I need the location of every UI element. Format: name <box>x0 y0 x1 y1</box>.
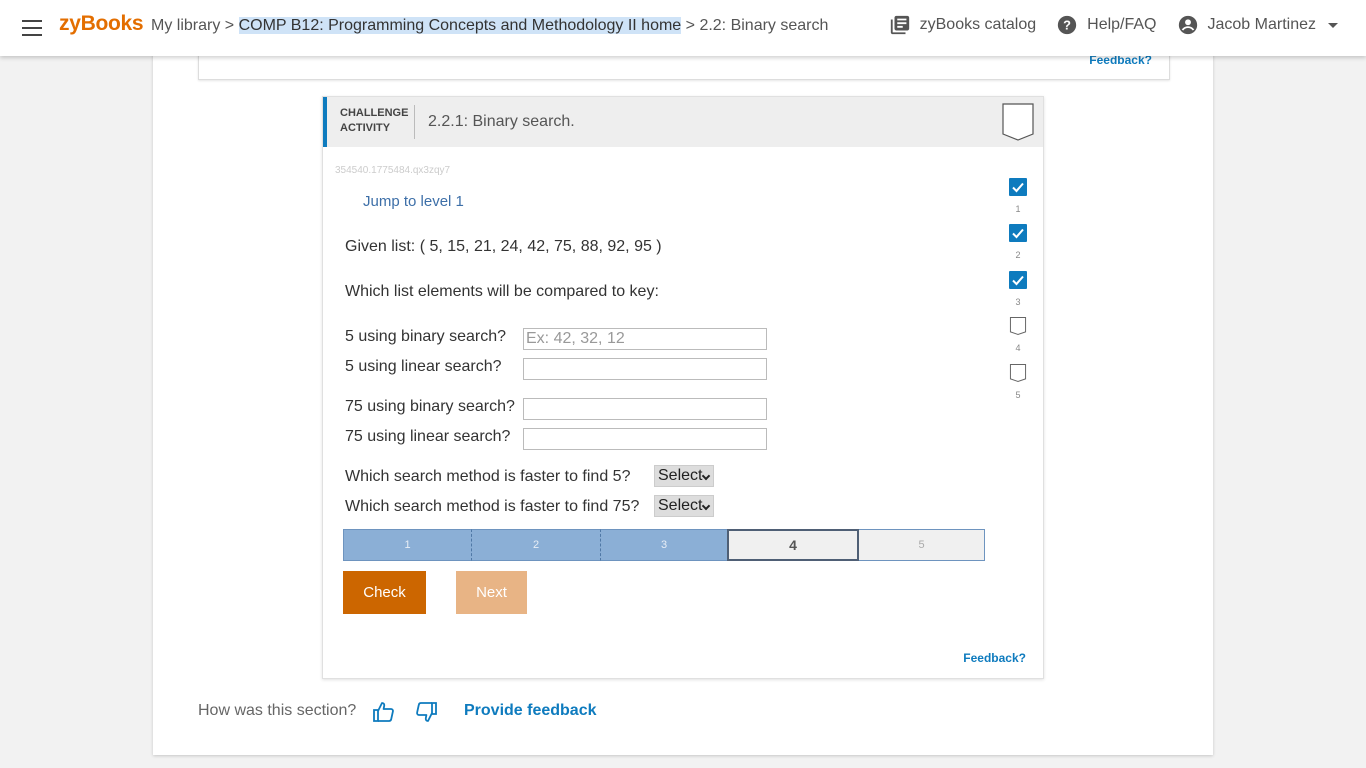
activity-type: CHALLENGE ACTIVITY <box>340 106 420 136</box>
activity-type-line2: ACTIVITY <box>340 122 391 134</box>
check-button[interactable]: Check <box>343 571 426 614</box>
select-value: Select <box>658 497 703 514</box>
level-number: 4 <box>1015 343 1021 353</box>
unchecked-badge-icon <box>1009 317 1027 335</box>
level-check-2[interactable]: 2 <box>1009 224 1027 260</box>
help-faq-label: Help/FAQ <box>1087 16 1157 33</box>
next-button[interactable]: Next <box>456 571 527 614</box>
provide-feedback-link[interactable]: Provide feedback <box>464 702 597 720</box>
level-check-5[interactable]: 5 <box>1009 364 1027 400</box>
svg-text:?: ? <box>1063 18 1071 33</box>
level-check-1[interactable]: 1 <box>1009 178 1027 214</box>
level-number: 5 <box>1015 390 1021 400</box>
question-prompt: Which list elements will be compared to … <box>345 283 659 300</box>
breadcrumb-separator: > <box>685 17 695 34</box>
level-segment-1[interactable]: 1 <box>343 529 471 561</box>
jump-to-level-link[interactable]: Jump to level 1 <box>363 193 464 210</box>
activity-type-line1: CHALLENGE <box>340 107 409 119</box>
binary-search-5-input[interactable] <box>523 328 767 350</box>
unchecked-badge-icon <box>1009 364 1027 382</box>
level-segment-5[interactable]: 5 <box>859 529 985 561</box>
breadcrumb-course-home[interactable]: COMP B12: Programming Concepts and Metho… <box>238 17 682 34</box>
checked-box-icon <box>1009 224 1027 242</box>
user-name: Jacob Martinez <box>1207 16 1317 33</box>
faster-method-5-select[interactable]: Select <box>654 465 714 487</box>
thumbs-down-icon[interactable] <box>414 700 438 724</box>
breadcrumb-my-library[interactable]: My library <box>151 17 220 34</box>
activity-header: CHALLENGE ACTIVITY 2.2.1: Binary search. <box>323 97 1043 147</box>
select-label: Which search method is faster to find 75… <box>345 498 640 515</box>
activity-title: 2.2.1: Binary search. <box>428 113 575 130</box>
header-divider <box>414 105 415 139</box>
breadcrumb-separator: > <box>224 17 235 34</box>
level-progress-bar: 1 2 3 4 5 <box>343 529 985 561</box>
activity-feedback-link[interactable]: Feedback? <box>963 651 1026 665</box>
challenge-activity: CHALLENGE ACTIVITY 2.2.1: Binary search.… <box>322 96 1044 679</box>
level-number: 3 <box>1015 297 1021 307</box>
chevron-down-icon <box>1328 22 1338 28</box>
checked-box-icon <box>1009 271 1027 289</box>
user-menu[interactable]: Jacob Martinez <box>1177 14 1338 36</box>
binary-search-75-input[interactable] <box>523 398 767 420</box>
question-label: 5 using linear search? <box>345 358 502 375</box>
zybooks-catalog-link[interactable]: zyBooks catalog <box>889 14 1037 36</box>
level-check-4[interactable]: 4 <box>1009 317 1027 353</box>
question-label: 75 using linear search? <box>345 428 511 445</box>
checked-box-icon <box>1009 178 1027 196</box>
given-list-text: Given list: ( 5, 15, 21, 24, 42, 75, 88,… <box>345 238 662 255</box>
chevron-down-icon <box>701 471 711 481</box>
top-nav-bar: zyBooks My library > COMP B12: Programmi… <box>0 0 1366 56</box>
level-segment-2[interactable]: 2 <box>471 529 600 561</box>
help-faq-link[interactable]: ? Help/FAQ <box>1056 14 1157 36</box>
completion-badge-icon <box>1002 103 1034 141</box>
account-circle-icon <box>1178 15 1197 35</box>
faster-method-75-select[interactable]: Select <box>654 495 714 517</box>
level-check-3[interactable]: 3 <box>1009 271 1027 307</box>
linear-search-5-input[interactable] <box>523 358 767 380</box>
zybooks-logo[interactable]: zyBooks <box>59 12 144 36</box>
library-books-icon <box>890 15 909 35</box>
activity-id: 354540.1775484.qx3zqy7 <box>335 165 451 176</box>
chevron-down-icon <box>701 501 711 511</box>
level-segment-4[interactable]: 4 <box>727 529 859 561</box>
section-rating-prompt: How was this section? <box>198 702 357 719</box>
level-number: 1 <box>1015 204 1021 214</box>
nav-right: zyBooks catalog ? Help/FAQ Jacob Martine… <box>869 14 1338 36</box>
breadcrumb-current-section: 2.2: Binary search <box>699 17 829 34</box>
question-label: 5 using binary search? <box>345 328 506 345</box>
select-value: Select <box>658 467 703 484</box>
select-label: Which search method is faster to find 5? <box>345 468 631 485</box>
question-label: 75 using binary search? <box>345 398 515 415</box>
level-segment-3[interactable]: 3 <box>600 529 727 561</box>
hamburger-menu-icon[interactable] <box>22 20 42 36</box>
thumbs-up-icon[interactable] <box>372 700 396 724</box>
linear-search-75-input[interactable] <box>523 428 767 450</box>
zybooks-catalog-label: zyBooks catalog <box>919 16 1037 33</box>
breadcrumb: My library > COMP B12: Programming Conce… <box>151 17 828 35</box>
help-circle-icon: ? <box>1057 15 1077 35</box>
level-number: 2 <box>1015 250 1021 260</box>
